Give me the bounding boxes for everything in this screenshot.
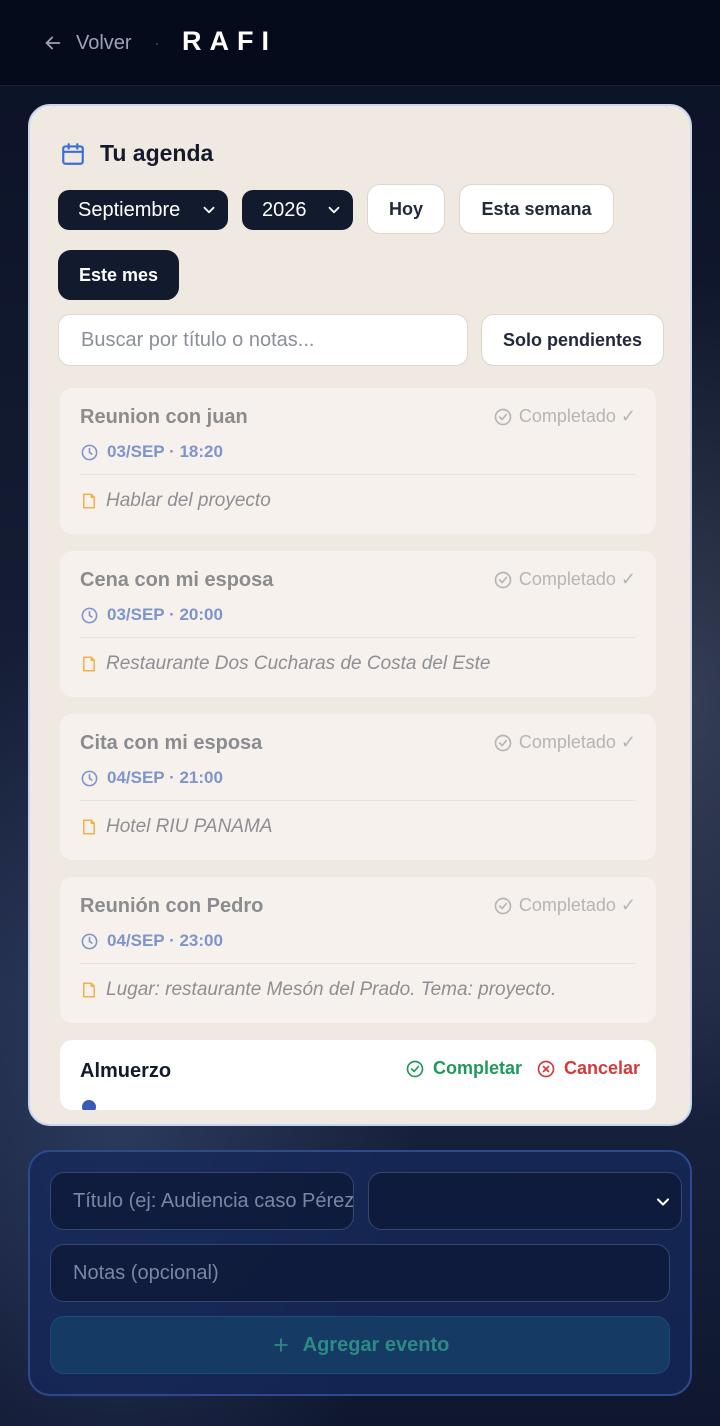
header-separator: · [154, 33, 160, 53]
event-card[interactable]: Cena con mi esposa Completado ✓ 03/SEP ·… [60, 551, 656, 697]
new-event-form: Agregar evento [28, 1150, 692, 1396]
clock-icon [82, 1100, 96, 1110]
chevron-down-icon [656, 1198, 670, 1206]
event-note: Hotel RIU PANAMA [80, 816, 272, 838]
brand-logo: RAFI [182, 26, 277, 56]
event-status: Completado ✓ [493, 569, 636, 590]
divider [80, 474, 636, 475]
divider [80, 963, 636, 964]
event-title-input[interactable] [50, 1172, 354, 1230]
back-label: Volver [76, 31, 132, 54]
event-datetime: 04/SEP · 23:00 [107, 931, 223, 950]
plus-icon [273, 1338, 288, 1352]
top-bar: Volver · RAFI [0, 0, 720, 86]
event-card[interactable]: Cita con mi esposa Completado ✓ 04/SEP ·… [60, 714, 656, 860]
cancel-button[interactable]: Cancelar [536, 1058, 640, 1079]
filter-week-button[interactable]: Esta semana [459, 184, 614, 234]
event-status-label: Completado ✓ [518, 732, 636, 752]
x-circle-icon [537, 1060, 555, 1077]
pending-only-button[interactable]: Solo pendientes [481, 314, 664, 366]
note-icon [83, 819, 95, 835]
event-note-text: Hotel RIU PANAMA [106, 816, 273, 837]
event-note: Hablar del proyecto [80, 490, 271, 512]
event-title: Cena con mi esposa [80, 569, 274, 591]
event-status: Completado ✓ [493, 732, 636, 753]
clock-icon [81, 933, 98, 949]
divider [80, 800, 636, 801]
event-title: Reunión con Pedro [80, 895, 264, 917]
divider [80, 637, 636, 638]
check-circle-icon [494, 571, 512, 588]
event-card[interactable]: Reunion con juan Completado ✓ 03/SEP · 1… [60, 388, 656, 534]
event-time: 04/SEP · 23:00 [80, 931, 223, 951]
agenda-panel: Tu agenda Septiembre 2026 Hoy Esta seman… [28, 104, 692, 1126]
arrow-left-icon [45, 36, 61, 50]
event-status-label: Completado ✓ [518, 406, 636, 426]
chevron-down-icon [328, 206, 340, 214]
cancel-label: Cancelar [564, 1058, 641, 1078]
event-card[interactable]: Reunión con Pedro Completado ✓ 04/SEP · … [60, 877, 656, 1023]
event-title: Reunion con juan [80, 406, 248, 428]
event-note-text: Lugar: restaurante Mesón del Prado. Tema… [106, 979, 557, 1000]
event-datetime: 04/SEP · 21:00 [107, 768, 223, 787]
check-circle-icon [494, 408, 512, 425]
event-status: Completado ✓ [493, 406, 636, 427]
event-status-label: Completado ✓ [518, 569, 636, 589]
year-select[interactable]: 2026 [242, 190, 353, 230]
event-card-pending[interactable]: Almuerzo Completar Cancelar [60, 1040, 656, 1110]
check-circle-icon [406, 1060, 424, 1077]
check-circle-icon [494, 897, 512, 914]
clock-icon [81, 444, 98, 460]
add-event-button[interactable]: Agregar evento [50, 1316, 670, 1374]
filter-today-button[interactable]: Hoy [367, 184, 445, 234]
event-note-text: Restaurante Dos Cucharas de Costa del Es… [106, 653, 491, 674]
back-button[interactable]: Volver [42, 28, 132, 58]
event-time: 03/SEP · 18:20 [80, 442, 223, 462]
year-select-value: 2026 [262, 198, 307, 221]
agenda-header: Tu agenda [60, 140, 213, 167]
event-note-text: Hablar del proyecto [106, 490, 271, 511]
month-select-value: Septiembre [78, 198, 181, 221]
filter-month-button[interactable]: Este mes [58, 250, 179, 300]
clock-icon [81, 770, 98, 786]
event-datetime: 03/SEP · 18:20 [107, 442, 223, 461]
check-circle-icon [494, 734, 512, 751]
event-status: Completado ✓ [493, 895, 636, 916]
event-time: 04/SEP · 21:00 [80, 768, 223, 788]
complete-label: Completar [433, 1058, 523, 1078]
chevron-down-icon [203, 206, 215, 214]
event-datetime: 03/SEP · 20:00 [107, 605, 223, 624]
add-event-label: Agregar evento [302, 1333, 450, 1356]
calendar-icon [62, 142, 84, 165]
event-title: Almuerzo [80, 1060, 172, 1082]
event-notes-input[interactable] [50, 1244, 670, 1302]
event-note: Restaurante Dos Cucharas de Costa del Es… [80, 653, 490, 675]
complete-button[interactable]: Completar [405, 1058, 522, 1079]
agenda-title: Tu agenda [100, 140, 214, 166]
event-type-select[interactable] [368, 1172, 682, 1230]
event-time: 03/SEP · 20:00 [80, 605, 223, 625]
event-title: Cita con mi esposa [80, 732, 263, 754]
month-select[interactable]: Septiembre [58, 190, 228, 230]
note-icon [83, 493, 95, 509]
note-icon [83, 656, 95, 672]
event-note: Lugar: restaurante Mesón del Prado. Tema… [80, 979, 556, 1001]
event-status-label: Completado ✓ [518, 895, 636, 915]
search-input[interactable] [58, 314, 468, 366]
clock-icon [81, 607, 98, 623]
note-icon [83, 982, 95, 998]
